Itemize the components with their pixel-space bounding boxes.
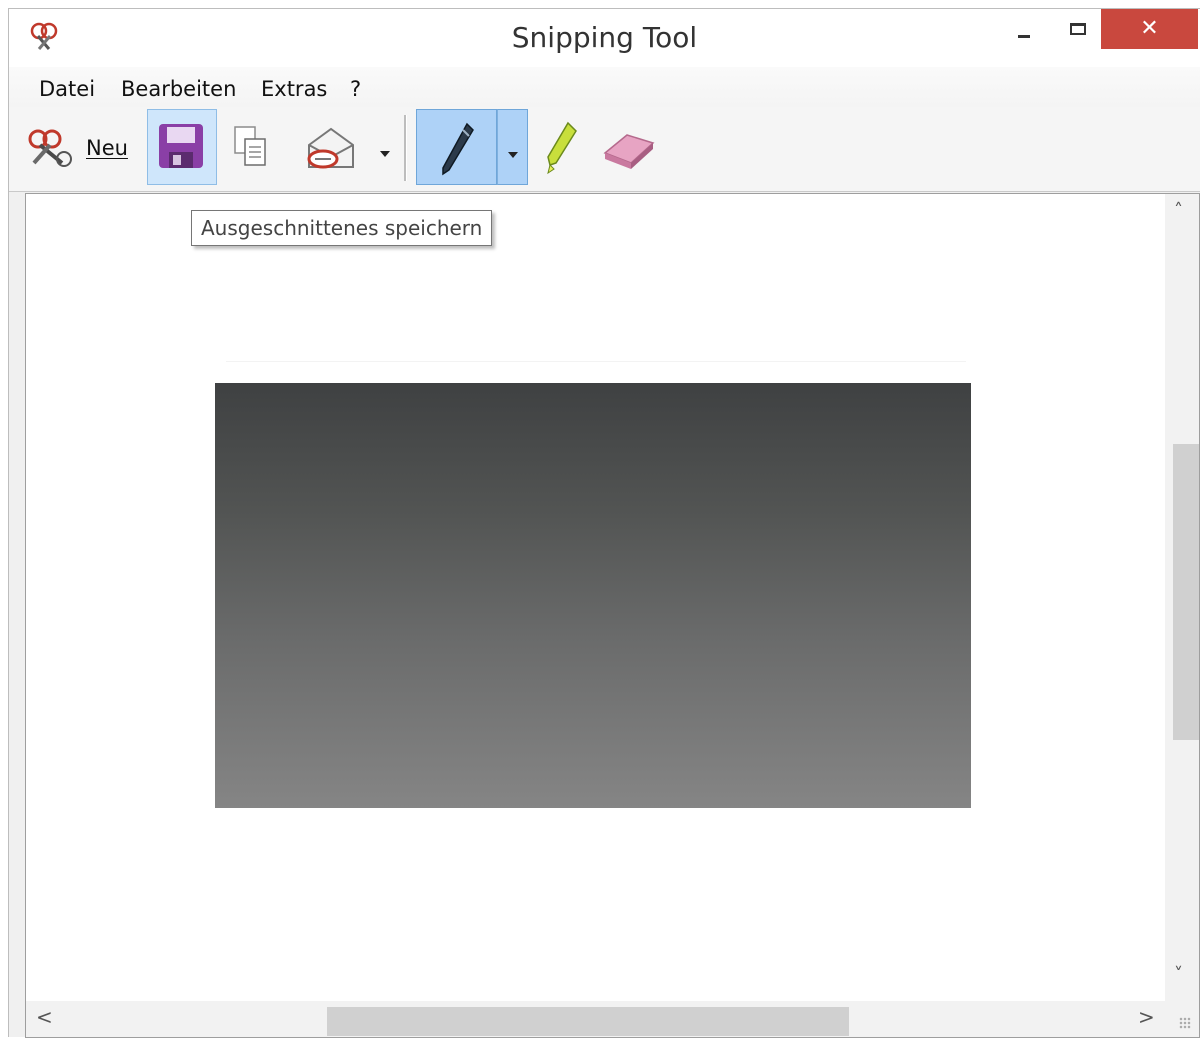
menu-extras[interactable]: Extras xyxy=(261,77,327,101)
pen-dropdown-button[interactable] xyxy=(497,109,528,185)
scroll-up-icon[interactable]: ˄ xyxy=(1174,200,1183,221)
menu-bar: Datei Bearbeiten Extras ? xyxy=(9,67,1200,107)
new-snip-button[interactable]: Neu xyxy=(26,109,136,185)
dropdown-arrow-icon xyxy=(508,152,518,158)
send-dropdown-button[interactable] xyxy=(375,109,395,185)
scroll-left-icon[interactable]: < xyxy=(36,1005,53,1029)
title-bar[interactable]: Snipping Tool ✕ xyxy=(9,9,1200,67)
captured-snip-image xyxy=(215,383,971,808)
menu-help[interactable]: ? xyxy=(350,77,361,101)
scroll-right-icon[interactable]: > xyxy=(1138,1005,1155,1029)
dropdown-arrow-icon xyxy=(380,151,390,157)
copy-button[interactable] xyxy=(225,109,275,185)
scroll-down-icon[interactable]: ˅ xyxy=(1174,964,1183,985)
new-label: Neu xyxy=(86,136,128,160)
eraser-button[interactable] xyxy=(597,109,657,185)
resize-corner[interactable] xyxy=(1165,1001,1199,1037)
horizontal-scrollbar[interactable]: < > xyxy=(26,1001,1166,1037)
vertical-scroll-thumb[interactable] xyxy=(1173,444,1199,740)
pen-button[interactable] xyxy=(416,109,497,185)
save-tooltip: Ausgeschnittenes speichern xyxy=(191,210,493,246)
canvas-artifact-line xyxy=(226,361,966,362)
close-button[interactable]: ✕ xyxy=(1101,9,1198,49)
snip-canvas[interactable]: ˄ ˅ < > xyxy=(25,193,1200,1038)
minimize-button[interactable] xyxy=(1005,9,1045,49)
eraser-icon xyxy=(603,134,655,169)
toolbar-separator xyxy=(404,115,407,181)
horizontal-scroll-thumb[interactable] xyxy=(327,1007,849,1036)
save-icon xyxy=(159,124,203,168)
maximize-button[interactable] xyxy=(1058,9,1098,49)
minimize-icon xyxy=(1018,35,1030,38)
save-button[interactable] xyxy=(147,109,217,185)
highlighter-icon xyxy=(547,121,577,175)
scissors-icon xyxy=(28,129,72,167)
resize-grip-icon[interactable] xyxy=(1179,1017,1191,1029)
close-icon: ✕ xyxy=(1140,16,1159,41)
pen-icon xyxy=(442,122,474,176)
copy-icon xyxy=(234,126,266,166)
toolbar: Neu xyxy=(9,107,1200,192)
vertical-scrollbar[interactable]: ˄ ˅ xyxy=(1165,194,1199,1002)
send-email-icon xyxy=(307,127,354,169)
snipping-tool-window: Snipping Tool ✕ Datei Bearbeiten Extras … xyxy=(8,8,1200,1038)
highlighter-button[interactable] xyxy=(536,109,586,185)
maximize-icon xyxy=(1070,23,1086,35)
menu-datei[interactable]: Datei xyxy=(39,77,95,101)
menu-bearbeiten[interactable]: Bearbeiten xyxy=(121,77,236,101)
send-snip-button[interactable] xyxy=(297,109,377,185)
